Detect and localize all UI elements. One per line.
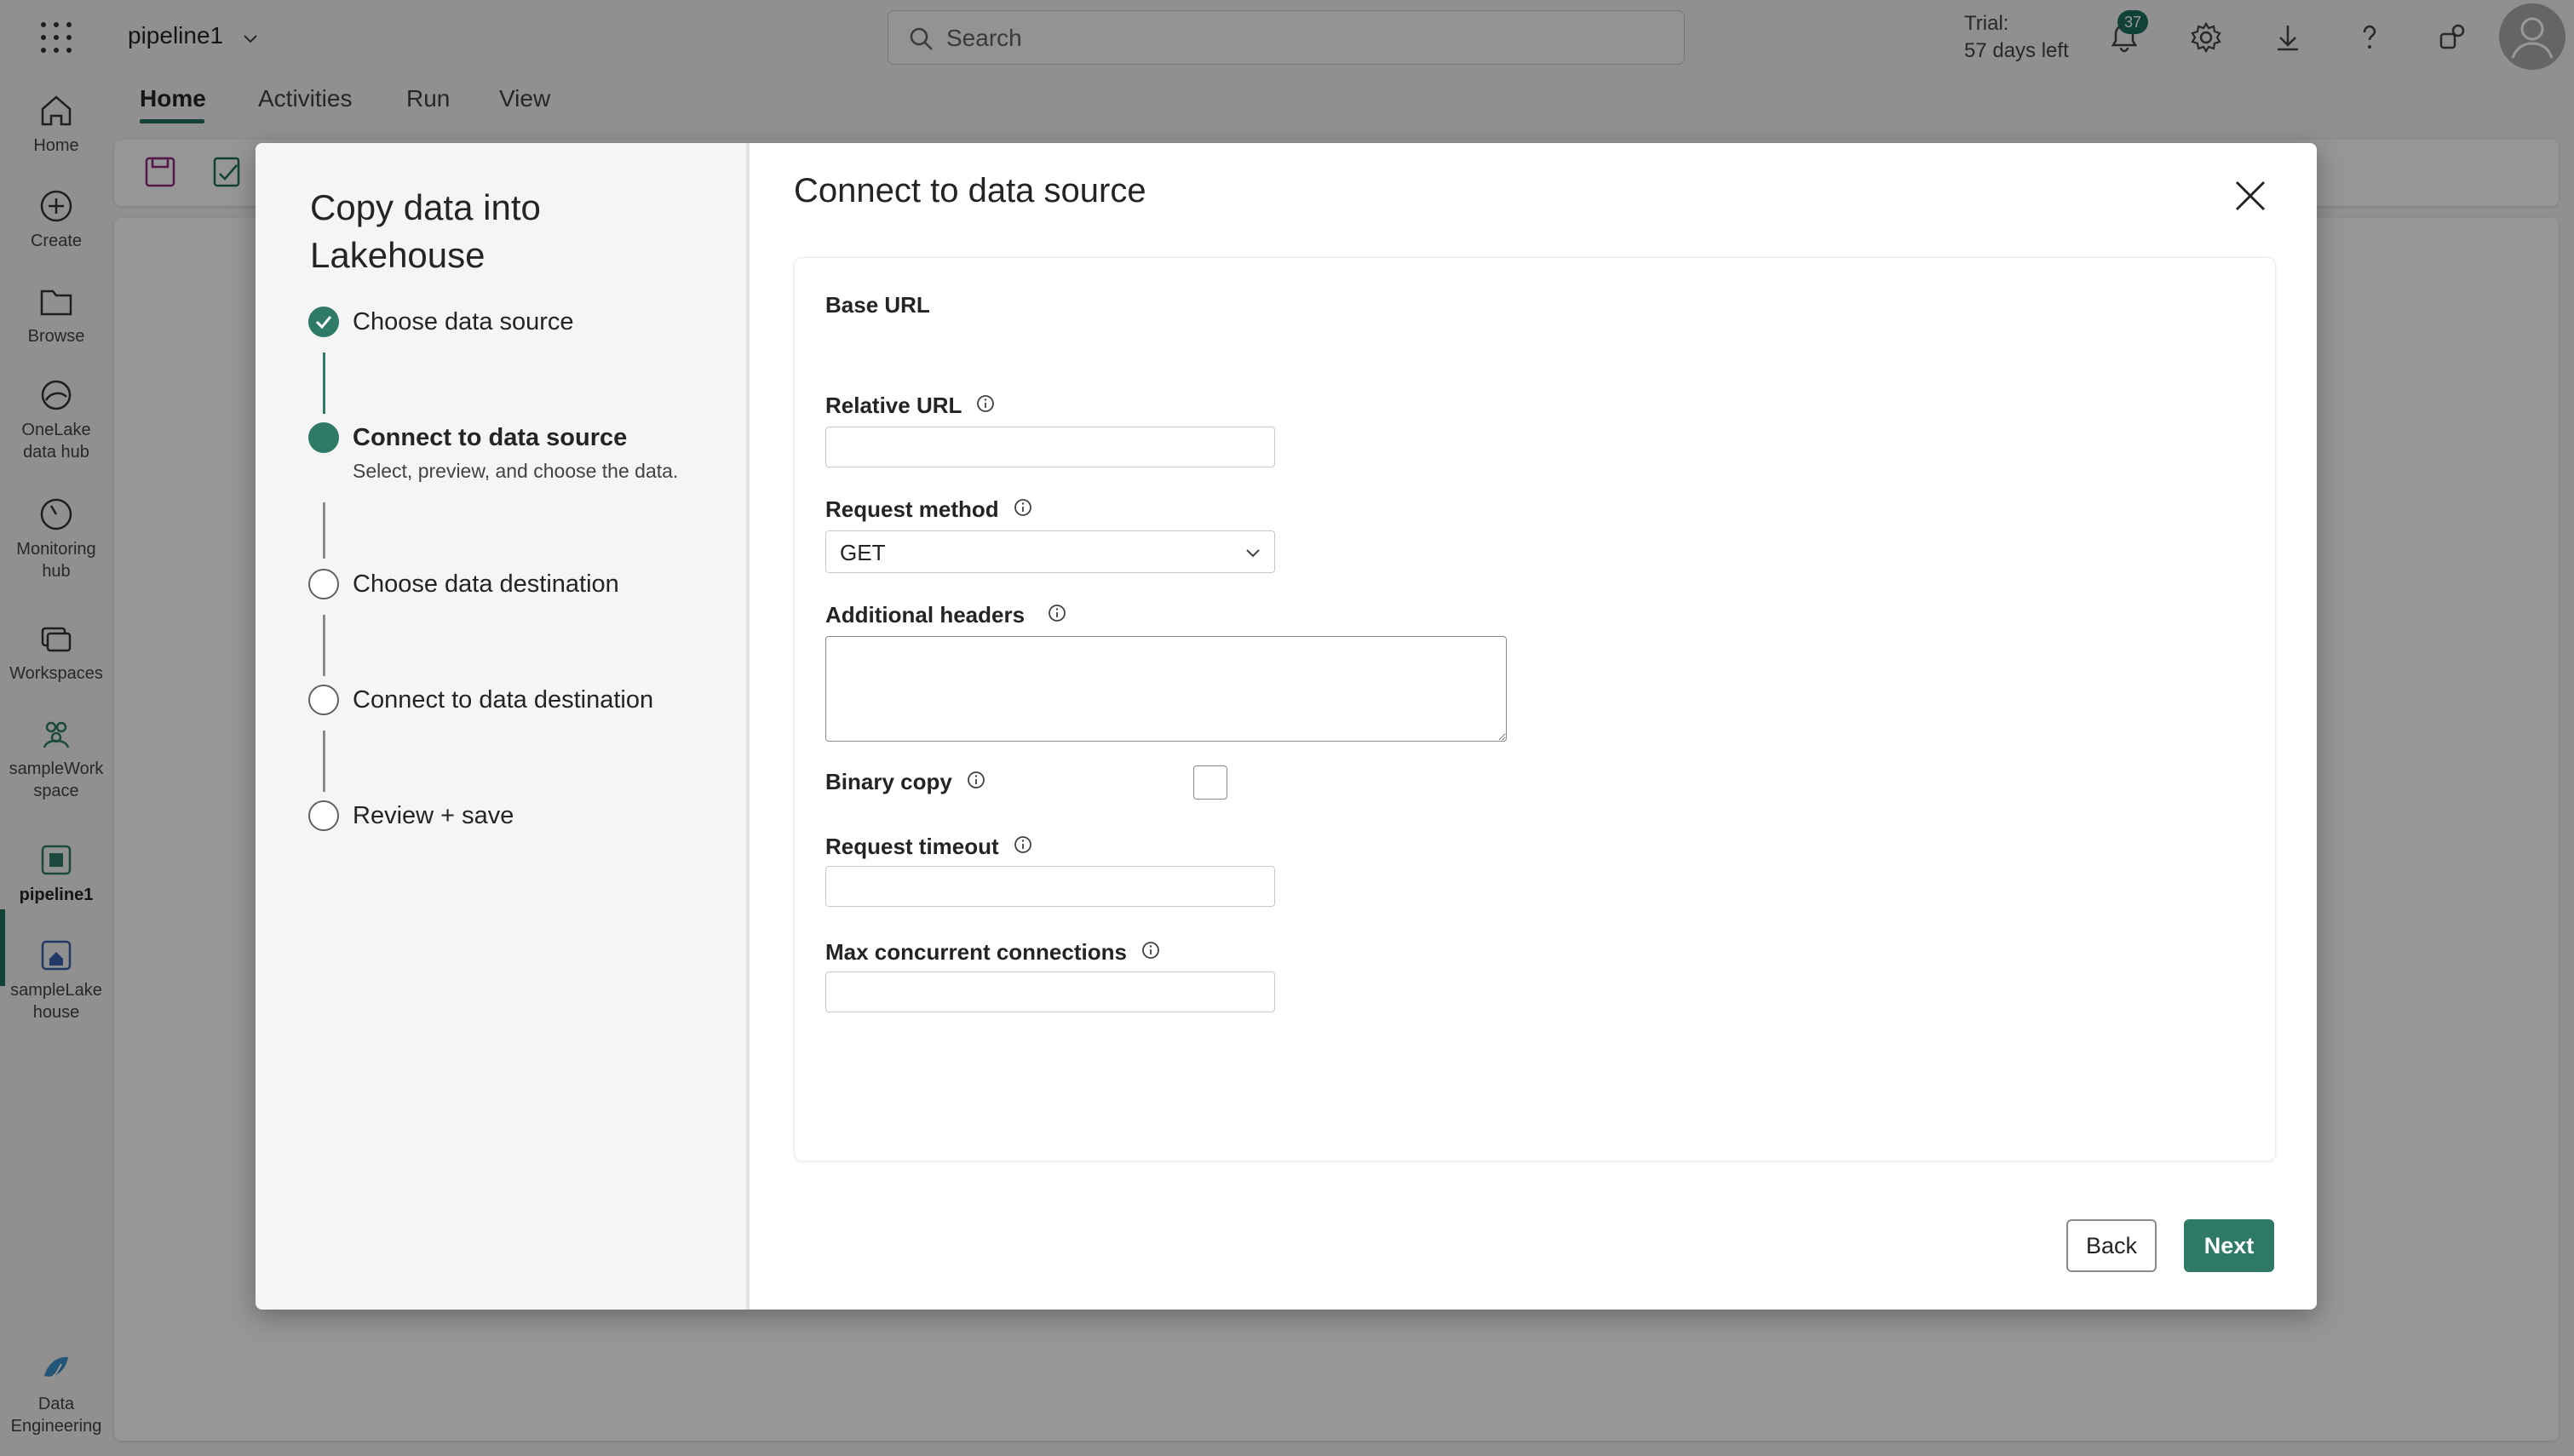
step-connector — [323, 353, 325, 414]
step-pending-icon — [308, 800, 339, 831]
base-url-label: Base URL — [825, 292, 930, 318]
back-button[interactable]: Back — [2066, 1219, 2157, 1272]
request-method-label-text: Request method — [825, 496, 999, 522]
relative-url-input[interactable] — [825, 427, 1275, 467]
additional-headers-label: Additional headers — [825, 602, 1066, 628]
max-concurrent-input[interactable] — [825, 972, 1275, 1012]
additional-headers-textarea[interactable] — [825, 636, 1507, 742]
step-pending-icon — [308, 685, 339, 715]
connect-data-source-panel: Connect to data source Base URL Relative… — [753, 143, 2317, 1310]
step-connector — [323, 615, 325, 676]
request-timeout-input[interactable] — [825, 866, 1275, 907]
chevron-down-icon — [1246, 549, 1260, 558]
step-label: Choose data destination — [353, 570, 619, 598]
step-label: Connect to data source — [353, 424, 628, 451]
step-pending-icon — [308, 569, 339, 599]
info-icon[interactable] — [1141, 941, 1160, 960]
step-description: Select, preview, and choose the data. — [353, 460, 679, 482]
step-done-icon — [308, 307, 339, 337]
next-button[interactable]: Next — [2184, 1219, 2274, 1272]
info-icon[interactable] — [967, 771, 985, 789]
step-label: Choose data source — [353, 308, 574, 335]
checkmark-icon — [315, 316, 332, 330]
step-label: Connect to data destination — [353, 686, 654, 714]
additional-headers-label-text: Additional headers — [825, 602, 1026, 628]
step-connector — [323, 502, 325, 559]
info-icon[interactable] — [1014, 835, 1032, 854]
binary-copy-checkbox[interactable] — [1193, 765, 1227, 800]
request-timeout-label: Request timeout — [825, 834, 1032, 860]
step-label: Review + save — [353, 802, 514, 829]
wizard-steps-panel: Copy data into Lakehouse Choose data sou… — [256, 143, 750, 1310]
info-icon[interactable] — [1014, 498, 1032, 517]
connection-form: Base URL Relative URL Request method GET… — [794, 257, 2276, 1161]
request-timeout-label-text: Request timeout — [825, 834, 999, 859]
max-concurrent-label: Max concurrent connections — [825, 939, 1160, 966]
binary-copy-label: Binary copy — [825, 769, 985, 795]
close-icon[interactable] — [2228, 174, 2272, 218]
relative-url-label: Relative URL — [825, 393, 995, 419]
step-current-icon — [308, 422, 339, 453]
info-icon[interactable] — [1048, 604, 1066, 622]
relative-url-label-text: Relative URL — [825, 393, 962, 418]
copy-data-dialog: Copy data into Lakehouse Choose data sou… — [256, 143, 2317, 1310]
dialog-title: Connect to data source — [794, 172, 1146, 209]
wizard-title: Copy data into Lakehouse — [310, 187, 541, 275]
request-method-label: Request method — [825, 496, 1032, 523]
request-method-value: GET — [840, 540, 886, 565]
step-connector — [323, 731, 325, 792]
info-icon[interactable] — [976, 394, 995, 413]
max-concurrent-label-text: Max concurrent connections — [825, 939, 1127, 965]
binary-copy-label-text: Binary copy — [825, 769, 952, 794]
request-method-dropdown[interactable]: GET — [825, 530, 1275, 573]
